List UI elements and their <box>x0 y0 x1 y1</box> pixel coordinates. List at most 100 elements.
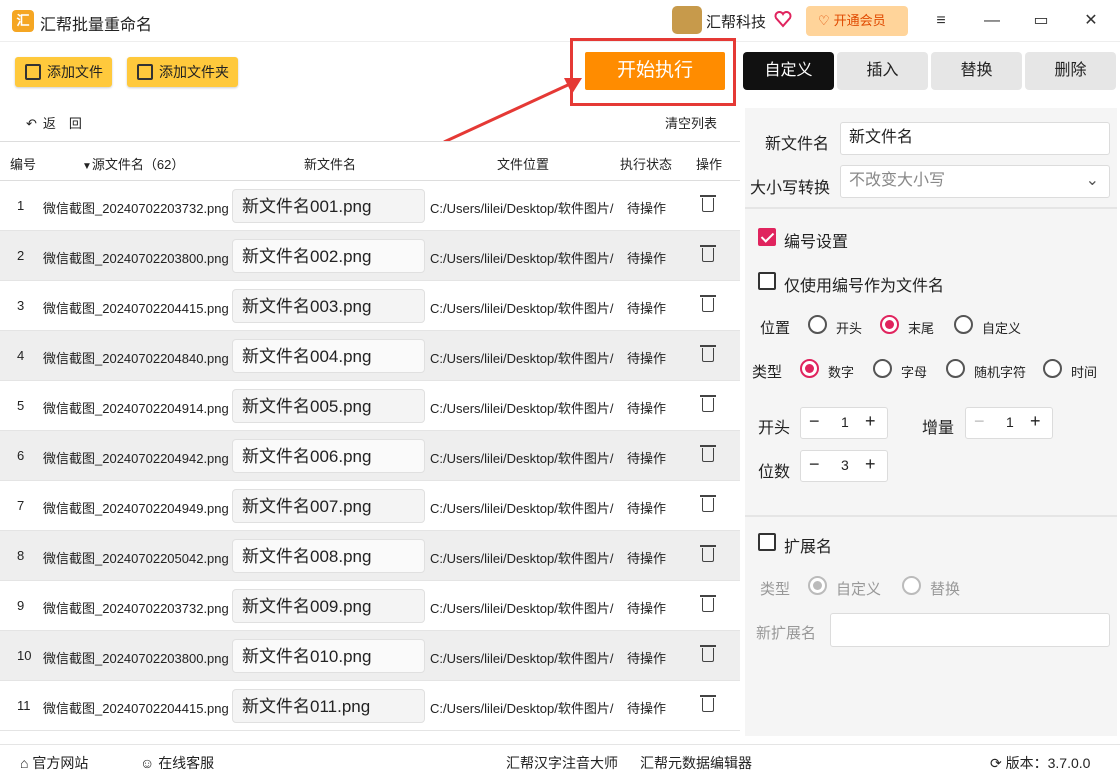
minimize-icon[interactable]: — <box>979 8 1005 34</box>
row-status: 待操作 <box>627 451 667 466</box>
ext-type-radio-custom[interactable] <box>808 576 827 595</box>
tab-delete[interactable]: 删除 <box>1025 52 1116 90</box>
trash-icon[interactable] <box>700 195 716 212</box>
trash-icon[interactable] <box>700 395 716 412</box>
row-newname-field[interactable]: 新文件名011.png <box>232 689 425 723</box>
trash-icon[interactable] <box>700 245 716 262</box>
trash-icon[interactable] <box>700 545 716 562</box>
position-radio-end[interactable] <box>880 315 899 334</box>
step-label: 增量 <box>922 420 955 437</box>
table-row[interactable]: 7 微信截图_20240702204949.png 新文件名007.png C:/Us… <box>0 481 740 531</box>
header-location: 文件位置 <box>497 157 550 172</box>
table-row[interactable]: 8 微信截图_20240702205042.png 新文件名008.png C:/Us… <box>0 531 740 581</box>
ext-checkbox[interactable] <box>758 533 776 551</box>
newname-input[interactable]: 新文件名 <box>840 122 1110 155</box>
tab-custom[interactable]: 自定义 <box>743 52 834 90</box>
row-index: 6 <box>17 448 25 463</box>
annotation-arrow <box>443 78 582 144</box>
start-value: 1 <box>841 414 849 430</box>
add-file-button[interactable]: 添加文件 <box>15 57 112 87</box>
digits-stepper[interactable]: − 3 + <box>800 450 888 482</box>
table-row[interactable]: 6 微信截图_20240702204942.png 新文件名006.png C:/Us… <box>0 431 740 481</box>
position-radio-start[interactable] <box>808 315 827 334</box>
product-link-1[interactable]: 汇帮汉字注音大师 <box>506 753 618 773</box>
maximize-icon[interactable]: ▭ <box>1028 8 1054 34</box>
row-newname-field[interactable]: 新文件名005.png <box>232 389 425 423</box>
website-link[interactable]: ⌂ 官方网站 <box>20 753 88 773</box>
step-stepper[interactable]: − 1 + <box>965 407 1053 439</box>
table-row[interactable]: 11 微信截图_20240702204415.png 新文件名011.png C:/U… <box>0 681 740 731</box>
table-row[interactable]: 1 微信截图_20240702203732.png 新文件名001.png C:/Us… <box>0 181 740 231</box>
type-number-label: 数字 <box>828 365 855 380</box>
only-number-checkbox[interactable] <box>758 272 776 290</box>
table-row[interactable]: 5 微信截图_20240702204914.png 新文件名005.png C:/Us… <box>0 381 740 431</box>
trash-icon[interactable] <box>700 345 716 362</box>
row-newname-field[interactable]: 新文件名004.png <box>232 339 425 373</box>
trash-icon[interactable] <box>700 695 716 712</box>
trash-icon[interactable] <box>700 645 716 662</box>
back-button[interactable]: ↶ 返 回 <box>26 113 82 132</box>
row-source-name: 微信截图_20240702203800.png <box>43 651 229 666</box>
clear-list-button[interactable]: 清空列表 <box>665 113 717 132</box>
table-row[interactable]: 4 微信截图_20240702204840.png 新文件名004.png C:/Us… <box>0 331 740 381</box>
menu-icon[interactable]: ≡ <box>928 8 954 34</box>
start-stepper[interactable]: − 1 + <box>800 407 888 439</box>
table-row[interactable]: 9 微信截图_20240702203732.png 新文件名009.png C:/Us… <box>0 581 740 631</box>
add-folder-label: 添加文件夹 <box>159 64 229 80</box>
row-index: 7 <box>17 498 25 513</box>
table-row[interactable]: 3 微信截图_20240702204415.png 新文件名003.png C:/Us… <box>0 281 740 331</box>
plus-icon[interactable]: + <box>865 411 876 432</box>
row-newname-field[interactable]: 新文件名003.png <box>232 289 425 323</box>
new-ext-input[interactable] <box>830 613 1110 647</box>
type-radio-number[interactable] <box>800 359 819 378</box>
header-source[interactable]: ▼源文件名（62） <box>82 154 184 173</box>
row-source-name: 微信截图_20240702204415.png <box>43 301 229 316</box>
start-button[interactable]: 开始执行 <box>585 52 725 90</box>
position-label: 位置 <box>760 320 791 337</box>
row-newname-field[interactable]: 新文件名001.png <box>232 189 425 223</box>
divider <box>745 515 1117 517</box>
row-newname-field[interactable]: 新文件名008.png <box>232 539 425 573</box>
open-vip-button[interactable]: ♡ 开通会员 <box>806 6 908 36</box>
row-newname-field[interactable]: 新文件名010.png <box>232 639 425 673</box>
ext-type-radio-replace[interactable] <box>902 576 921 595</box>
position-radio-custom[interactable] <box>954 315 973 334</box>
ext-type-custom-label: 自定义 <box>836 581 882 598</box>
type-radio-letter[interactable] <box>873 359 892 378</box>
minus-icon[interactable]: − <box>974 411 985 432</box>
divider <box>745 207 1117 209</box>
newname-label: 新文件名 <box>765 136 830 153</box>
minus-icon[interactable]: − <box>809 411 820 432</box>
type-radio-time[interactable] <box>1043 359 1062 378</box>
trash-icon[interactable] <box>700 495 716 512</box>
plus-icon[interactable]: + <box>865 454 876 475</box>
product-link-2[interactable]: 汇帮元数据编辑器 <box>640 753 752 773</box>
row-newname-field[interactable]: 新文件名007.png <box>232 489 425 523</box>
add-folder-button[interactable]: 添加文件夹 <box>127 57 238 87</box>
tab-insert[interactable]: 插入 <box>837 52 928 90</box>
trash-icon[interactable] <box>700 595 716 612</box>
table-row[interactable]: 10 微信截图_20240702203800.png 新文件名010.png C:/U… <box>0 631 740 681</box>
numbering-checkbox[interactable] <box>758 228 776 246</box>
row-location: C:/Users/lilei/Desktop/软件图片/ <box>430 551 614 566</box>
version-info: ⟳ 版本：3.7.0.0 <box>990 753 1090 773</box>
row-newname-field[interactable]: 新文件名009.png <box>232 589 425 623</box>
row-location: C:/Users/lilei/Desktop/软件图片/ <box>430 601 614 616</box>
row-newname-field[interactable]: 新文件名006.png <box>232 439 425 473</box>
minus-icon[interactable]: − <box>809 454 820 475</box>
support-link[interactable]: ☺ 在线客服 <box>140 753 214 773</box>
case-select[interactable]: 不改变大小写 ⌄ <box>840 165 1110 198</box>
type-radio-random[interactable] <box>946 359 965 378</box>
tab-replace[interactable]: 替换 <box>931 52 1022 90</box>
trash-icon[interactable] <box>700 445 716 462</box>
only-number-label: 仅使用编号作为文件名 <box>784 278 945 295</box>
plus-icon[interactable]: + <box>1030 411 1041 432</box>
table-row[interactable]: 2 微信截图_20240702203800.png 新文件名002.png C:/Us… <box>0 231 740 281</box>
row-index: 10 <box>17 648 32 663</box>
position-end-label: 末尾 <box>908 321 935 336</box>
row-newname-field[interactable]: 新文件名002.png <box>232 239 425 273</box>
trash-icon[interactable] <box>700 295 716 312</box>
close-icon[interactable]: ✕ <box>1078 8 1104 34</box>
row-status: 待操作 <box>627 251 667 266</box>
table-header: 编号 ▼源文件名（62） 新文件名 文件位置 执行状态 操作 <box>0 141 740 181</box>
